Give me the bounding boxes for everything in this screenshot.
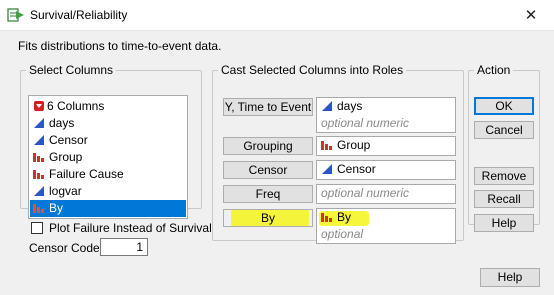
column-item-censor[interactable]: Censor [30, 132, 186, 149]
censor-role-button[interactable]: Censor [223, 161, 313, 179]
role-value: Censor [337, 162, 376, 176]
role-value: Group [337, 138, 371, 152]
column-item-label: days [49, 116, 75, 130]
censor-code-label: Censor Code [29, 241, 100, 255]
continuous-icon [322, 101, 332, 111]
column-item-logvar[interactable]: logvar [30, 183, 186, 200]
action-help-button[interactable]: Help [474, 214, 534, 232]
role-value[interactable]: By [321, 209, 455, 226]
dialog-description: Fits distributions to time-to-event data… [18, 39, 222, 53]
column-list-header[interactable]: 6 Columns [34, 98, 104, 114]
column-item-label: By [49, 201, 64, 215]
role-hint: optional [321, 227, 364, 241]
y-time-to-event-button[interactable]: Y, Time to Event [223, 98, 313, 116]
plot-failure-option[interactable]: Plot Failure Instead of Survival [31, 221, 212, 235]
help-button[interactable]: Help [480, 268, 540, 287]
remove-button[interactable]: Remove [474, 167, 534, 185]
role-hint: optional numeric [321, 116, 410, 130]
column-item-days[interactable]: days [30, 115, 186, 132]
action-legend: Action [477, 63, 511, 77]
nominal-icon [33, 153, 44, 162]
red-triangle-menu-icon[interactable] [34, 101, 44, 111]
recall-button[interactable]: Recall [474, 190, 534, 208]
by-role-box[interactable]: By optional [316, 208, 456, 244]
roles-group: Cast Selected Columns into Roles Y, Time… [212, 63, 464, 244]
roles-legend: Cast Selected Columns into Roles [221, 63, 404, 77]
continuous-icon [34, 118, 44, 128]
app-icon [7, 8, 24, 22]
continuous-icon [34, 186, 44, 196]
column-item-label: logvar [49, 184, 82, 198]
freq-role-box[interactable]: optional numeric [316, 184, 456, 204]
plot-failure-label: Plot Failure Instead of Survival [49, 221, 212, 235]
select-columns-group: Select Columns 6 Columns days Censor Gro… [20, 63, 202, 219]
plot-failure-checkbox[interactable] [31, 222, 43, 234]
column-item-label: Group [49, 150, 83, 164]
by-button[interactable]: By [223, 209, 313, 227]
censor-role-box[interactable]: Censor [316, 160, 456, 180]
window-title: Survival/Reliability [30, 8, 128, 22]
column-item-label: Censor [49, 133, 88, 147]
title-bar: Survival/Reliability ✕ [0, 0, 554, 31]
column-item-by[interactable]: By [30, 200, 186, 217]
y-time-to-event-role-box[interactable]: days optional numeric [316, 97, 456, 133]
nominal-icon [33, 170, 44, 179]
column-list[interactable]: 6 Columns days Censor Group Failure Caus… [28, 95, 188, 219]
close-button[interactable]: ✕ [508, 0, 554, 31]
nominal-icon [321, 213, 332, 222]
select-columns-legend: Select Columns [29, 63, 114, 77]
ok-button[interactable]: OK [474, 97, 534, 115]
nominal-icon [33, 204, 44, 213]
column-item-failure-cause[interactable]: Failure Cause [30, 166, 186, 183]
nominal-icon [321, 141, 332, 150]
grouping-button[interactable]: Grouping [223, 137, 313, 155]
action-group: Action OK Cancel Remove Recall Help [468, 63, 540, 232]
column-item-group[interactable]: Group [30, 149, 186, 166]
column-count-label: 6 Columns [47, 99, 105, 113]
grouping-role-box[interactable]: Group [316, 136, 456, 156]
censor-code-input[interactable]: 1 [100, 238, 148, 256]
cancel-button[interactable]: Cancel [474, 121, 534, 139]
freq-button[interactable]: Freq [223, 185, 313, 203]
role-value[interactable]: days [321, 98, 455, 115]
continuous-icon [34, 135, 44, 145]
column-item-label: Failure Cause [49, 167, 124, 181]
continuous-icon [322, 164, 332, 174]
